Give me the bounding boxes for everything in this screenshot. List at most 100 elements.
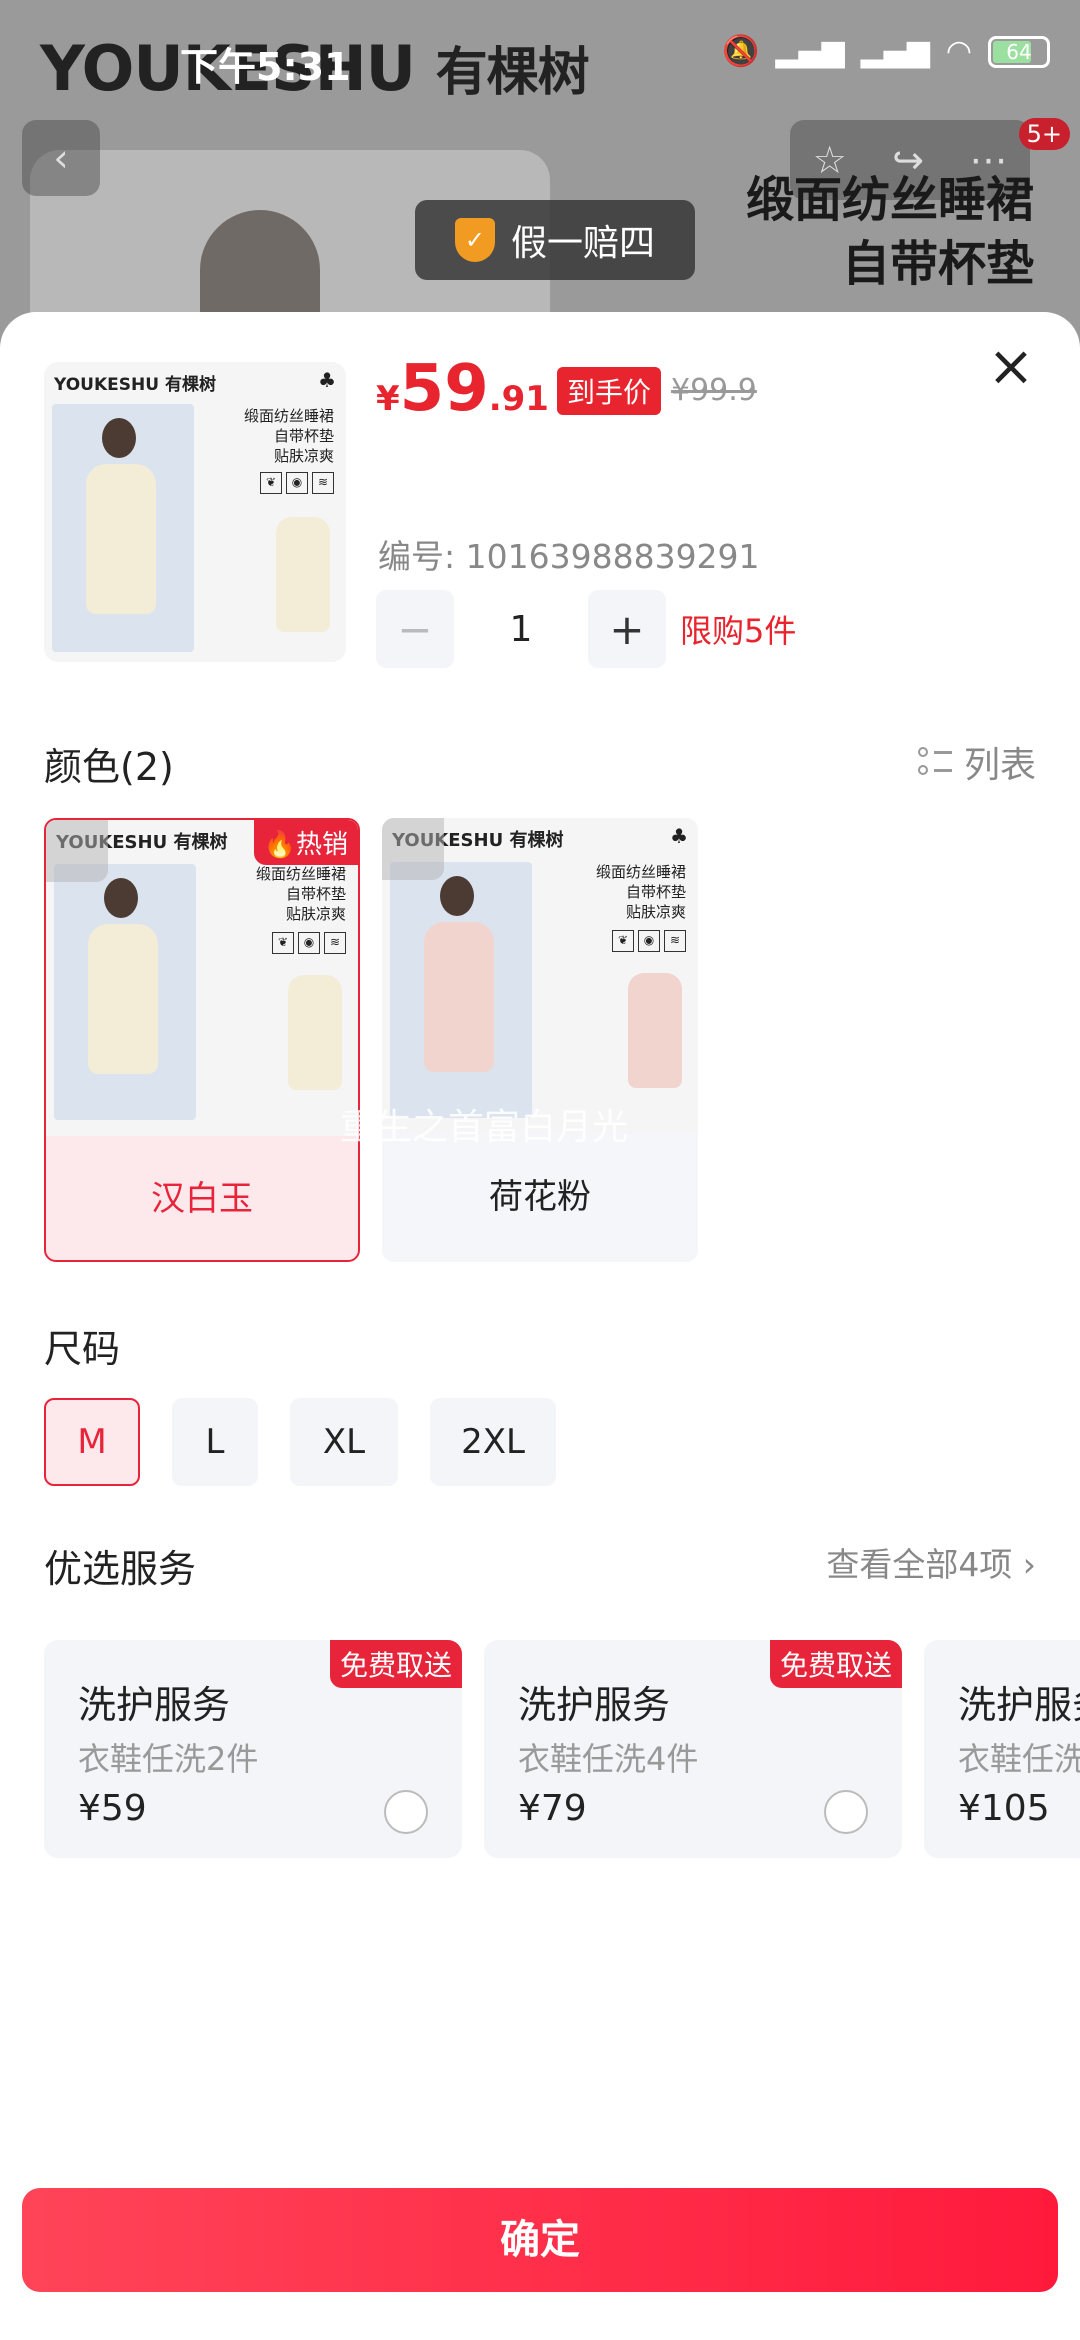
zoom-corner-icon[interactable] [382,818,444,880]
size-option-xl[interactable]: XL [290,1398,398,1486]
wifi-icon: ◠ [945,34,972,69]
dress-image [288,975,342,1090]
original-price: ¥99.9 [670,373,757,408]
services-section-title: 优选服务 [44,1547,197,1591]
card-line-3: 贴肤凉爽 [625,903,686,921]
service-name: 洗护服务 [958,1683,1080,1727]
zoom-corner-icon[interactable] [46,820,108,882]
service-description: 衣鞋任洗 [958,1740,1080,1778]
service-price: ¥59 [78,1788,147,1829]
color-option-label: 汉白玉 [151,1179,253,1219]
card-line-1: 缎面纺丝睡裙 [255,865,346,883]
price-decimal: .91 [488,379,549,419]
title-line-2: 自带杯垫 [841,236,1034,292]
watermark-text: 重生之首富白月光 [340,1107,629,1148]
decrease-quantity-button[interactable]: − [376,590,454,668]
shield-check-icon: ✓ [454,218,495,262]
quantity-value[interactable]: 1 [454,609,588,650]
service-card[interactable]: 免费取送 洗护服务 衣鞋任洗4件 ¥79 [484,1640,902,1858]
card-line-3: 贴肤凉爽 [273,447,334,465]
breathable-icon: ≋ [312,472,334,494]
signal-icon-2: ▂▄▆ [860,34,930,69]
purchase-limit: 限购5件 [680,612,797,650]
color-section-title: 颜色(2) [44,745,174,789]
flame-icon: 🔥 [263,830,296,860]
service-description: 衣鞋任洗4件 [518,1740,699,1778]
service-card[interactable]: 免费取送 洗护服务 衣鞋任洗2件 ¥59 [44,1640,462,1858]
dress-image [276,517,330,632]
list-icon [917,745,952,779]
price-currency: ¥ [376,379,400,419]
size-option-m[interactable]: M [44,1398,140,1486]
service-name: 洗护服务 [518,1683,671,1727]
card-line-1: 缎面纺丝睡裙 [243,407,334,425]
feature-icons: ❦ ◉ ≋ [272,932,346,954]
mute-icon: 🔕 [722,34,760,69]
service-description: 衣鞋任洗2件 [78,1740,259,1778]
card-brand: YOUKESHU 有棵树 [54,375,216,395]
feature-icons: ❦ ◉ ≋ [612,930,686,952]
color-option-hanbaiyu[interactable]: 🔥热销 YOUKESHU 有棵树 缎面纺丝睡裙 自带杯垫 贴肤凉爽 ❦ ◉ ≋ 汉白… [44,818,360,1262]
confirm-button[interactable]: 确定 [22,2188,1058,2292]
color-option-hehuafen[interactable]: YOUKESHU 有棵树 ♣ 缎面纺丝睡裙 自带杯垫 贴肤凉爽 ❦ ◉ ≋ 荷花粉 [382,818,698,1262]
increase-quantity-button[interactable]: + [588,590,666,668]
status-bar: 下午5:31 🔕 ▂▄▆ ▂▄▆ ◠ 64 [0,0,1080,120]
club-icon: ♣ [670,824,688,848]
price-row: ¥ 59 .91 到手价 ¥99.9 [376,352,757,426]
battery-level: 64 [1006,39,1032,64]
model-image [390,862,532,1118]
breathable-icon: ≋ [664,930,686,952]
dress-image [628,973,682,1088]
size-option-2xl[interactable]: 2XL [430,1398,556,1486]
sku-selector-sheet: YOUKESHU 有棵树 ♣ 缎面纺丝睡裙 自带杯垫 贴肤凉爽 ❦ ◉ ≋ ¥ … [0,312,1080,2340]
card-line-1: 缎面纺丝睡裙 [595,863,686,881]
guarantee-pill: ✓ 假一赔四 [415,200,695,280]
guarantee-text: 假一赔四 [510,223,655,264]
feature-icons: ❦ ◉ ≋ [260,472,334,494]
back-button[interactable]: ‹ [22,120,100,196]
final-price-tag: 到手价 [556,367,661,415]
free-pickup-badge: 免费取送 [769,1640,902,1688]
hot-sale-label: 热销 [295,830,348,860]
list-view-label: 列表 [963,745,1036,786]
free-pickup-badge: 免费取送 [329,1640,462,1688]
view-all-services-link[interactable]: 查看全部4项 › [826,1538,1036,1586]
background-product-title: 缎面纺丝睡裙 自带杯垫 [746,168,1034,296]
card-line-3: 贴肤凉爽 [285,905,346,923]
message-count-badge: 5+ [1018,118,1070,150]
signal-icon: ▂▄▆ [775,34,845,69]
status-icons: 🔕 ▂▄▆ ▂▄▆ ◠ 64 [722,34,1050,69]
close-icon: × [987,334,1035,399]
fabric-icon: ◉ [298,932,320,954]
breathable-icon: ≋ [324,932,346,954]
card-features: 缎面纺丝睡裙 自带杯垫 贴肤凉爽 [256,864,346,924]
battery-icon: 64 [988,35,1050,68]
price-integer: 59 [399,352,489,426]
size-option-l[interactable]: L [172,1398,258,1486]
leaf-icon: ❦ [272,932,294,954]
service-card[interactable]: 洗护服务 衣鞋任洗 ¥105 [924,1640,1080,1858]
hot-sale-badge: 🔥热销 [253,820,358,865]
fabric-icon: ◉ [638,930,660,952]
card-features: 缎面纺丝睡裙 自带杯垫 贴肤凉爽 [596,862,686,922]
model-image [54,864,196,1120]
chevron-left-icon: ‹ [53,136,69,180]
color-option-label: 荷花粉 [489,1177,591,1217]
service-name: 洗护服务 [78,1683,231,1727]
product-thumbnail[interactable]: YOUKESHU 有棵树 ♣ 缎面纺丝睡裙 自带杯垫 贴肤凉爽 ❦ ◉ ≋ [44,362,346,662]
model-image [52,404,194,652]
service-price: ¥105 [958,1788,1050,1829]
card-line-2: 自带杯垫 [273,427,334,445]
close-button[interactable]: × [986,339,1036,395]
service-price: ¥79 [518,1788,587,1829]
list-view-toggle[interactable]: 列表 [917,736,1036,788]
club-icon: ♣ [318,368,336,392]
card-line-2: 自带杯垫 [285,885,346,903]
title-line-1: 缎面纺丝睡裙 [745,172,1034,228]
quantity-stepper: − 1 + 限购5件 [376,590,796,668]
size-section-title: 尺码 [44,1327,121,1371]
service-radio[interactable] [384,1790,428,1834]
service-radio[interactable] [824,1790,868,1834]
leaf-icon: ❦ [260,472,282,494]
fabric-icon: ◉ [286,472,308,494]
